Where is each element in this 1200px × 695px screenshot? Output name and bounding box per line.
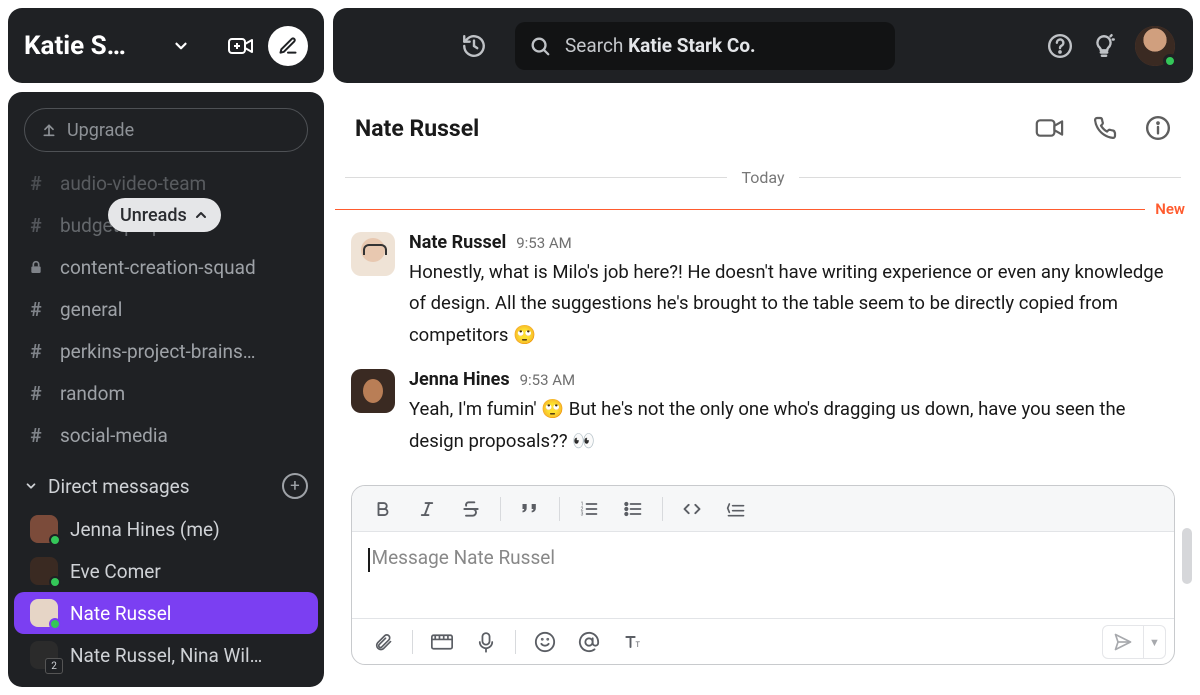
tips-icon[interactable] xyxy=(1091,33,1117,59)
history-icon[interactable] xyxy=(461,33,487,59)
search-icon xyxy=(529,35,551,57)
conversation-title[interactable]: Nate Russel xyxy=(355,115,479,142)
message-text: Yeah, I'm fumin' 🙄 But he's not the only… xyxy=(409,394,1175,457)
compose-button[interactable] xyxy=(268,26,308,66)
code-block-icon[interactable] xyxy=(715,488,757,530)
compose-box: 123 Message Nate Russel T ▼ xyxy=(351,485,1175,665)
send-options-button[interactable]: ▼ xyxy=(1143,626,1165,658)
main-header: Search Katie Stark Co. xyxy=(333,8,1193,83)
video-clip-icon[interactable] xyxy=(421,621,463,663)
bold-icon[interactable] xyxy=(362,488,404,530)
avatar[interactable] xyxy=(351,232,395,276)
message: Nate Russel 9:53 AM Honestly, what is Mil… xyxy=(333,218,1193,355)
help-icon[interactable] xyxy=(1047,33,1073,59)
emoji-icon[interactable] xyxy=(524,621,566,663)
formatting-toggle-icon[interactable]: T xyxy=(612,621,654,663)
sidebar-header: Katie S… xyxy=(8,8,324,83)
channel-item[interactable]: #random xyxy=(8,372,324,414)
svg-text:3: 3 xyxy=(581,511,584,517)
search-placeholder: Search Katie Stark Co. xyxy=(565,34,756,57)
presence-indicator xyxy=(1163,54,1177,68)
dm-item[interactable]: Jenna Hines (me) xyxy=(14,508,318,550)
search-bar[interactable]: Search Katie Stark Co. xyxy=(515,22,895,70)
mention-icon[interactable] xyxy=(568,621,610,663)
message-time: 9:53 AM xyxy=(516,234,572,252)
message-placeholder: Message Nate Russel xyxy=(372,546,555,569)
send-button[interactable] xyxy=(1103,626,1143,658)
dm-header-label: Direct messages xyxy=(48,475,190,498)
channel-item[interactable]: content-creation-squad xyxy=(8,246,324,288)
message-input[interactable]: Message Nate Russel xyxy=(352,532,1174,618)
code-icon[interactable] xyxy=(671,488,713,530)
sidebar: Upgrade Unreads #audio-video-team #budge… xyxy=(8,92,324,687)
avatar xyxy=(30,599,58,627)
dm-item-active[interactable]: Nate Russel xyxy=(14,592,318,634)
avatar xyxy=(30,641,58,669)
scrollbar[interactable] xyxy=(1182,528,1192,584)
video-call-icon[interactable] xyxy=(1035,117,1065,139)
new-huddle-icon[interactable] xyxy=(228,36,254,56)
upgrade-label: Upgrade xyxy=(67,120,134,141)
upgrade-button[interactable]: Upgrade xyxy=(24,108,308,152)
unreads-pill[interactable]: Unreads xyxy=(108,198,221,232)
italic-icon[interactable] xyxy=(406,488,448,530)
lock-icon xyxy=(26,259,46,275)
phone-call-icon[interactable] xyxy=(1093,116,1117,140)
quote-icon[interactable] xyxy=(509,488,551,530)
format-toolbar: 123 xyxy=(352,486,1174,532)
send-group: ▼ xyxy=(1102,625,1166,659)
bullet-list-icon[interactable] xyxy=(612,488,654,530)
svg-text:T: T xyxy=(636,640,641,649)
date-divider: Today xyxy=(333,164,1193,190)
compose-actions: T ▼ xyxy=(352,618,1174,664)
avatar xyxy=(30,557,58,585)
dm-section-header[interactable]: Direct messages + xyxy=(8,464,324,508)
add-dm-button[interactable]: + xyxy=(282,473,308,499)
workspace-name[interactable]: Katie S… xyxy=(24,31,164,61)
conversation-pane: Nate Russel Today New Nate Russel 9:53 AM… xyxy=(333,92,1193,687)
attach-icon[interactable] xyxy=(362,621,404,663)
chevron-down-icon[interactable] xyxy=(172,37,190,55)
dm-item[interactable]: Eve Comer xyxy=(14,550,318,592)
unreads-label: Unreads xyxy=(120,205,187,226)
message-author[interactable]: Nate Russel xyxy=(409,232,506,253)
message: Jenna Hines 9:53 AM Yeah, I'm fumin' 🙄 Bu… xyxy=(333,355,1193,461)
conversation-header: Nate Russel xyxy=(333,92,1193,164)
message-text: Honestly, what is Milo's job here?! He d… xyxy=(409,257,1175,351)
ordered-list-icon[interactable]: 123 xyxy=(568,488,610,530)
avatar[interactable] xyxy=(351,369,395,413)
channel-item[interactable]: #perkins-project-brains… xyxy=(8,330,324,372)
message-time: 9:53 AM xyxy=(520,371,576,389)
channel-item[interactable]: #social-media xyxy=(8,414,324,456)
audio-clip-icon[interactable] xyxy=(465,621,507,663)
message-author[interactable]: Jenna Hines xyxy=(409,369,510,390)
date-label: Today xyxy=(741,168,784,187)
new-label: New xyxy=(1145,200,1193,218)
info-icon[interactable] xyxy=(1145,115,1171,141)
dm-item[interactable]: Nate Russel, Nina Wil… xyxy=(14,634,318,676)
avatar xyxy=(30,515,58,543)
strikethrough-icon[interactable] xyxy=(450,488,492,530)
new-messages-divider: New xyxy=(333,200,1193,218)
user-avatar[interactable] xyxy=(1135,26,1175,66)
channel-item[interactable]: #general xyxy=(8,288,324,330)
